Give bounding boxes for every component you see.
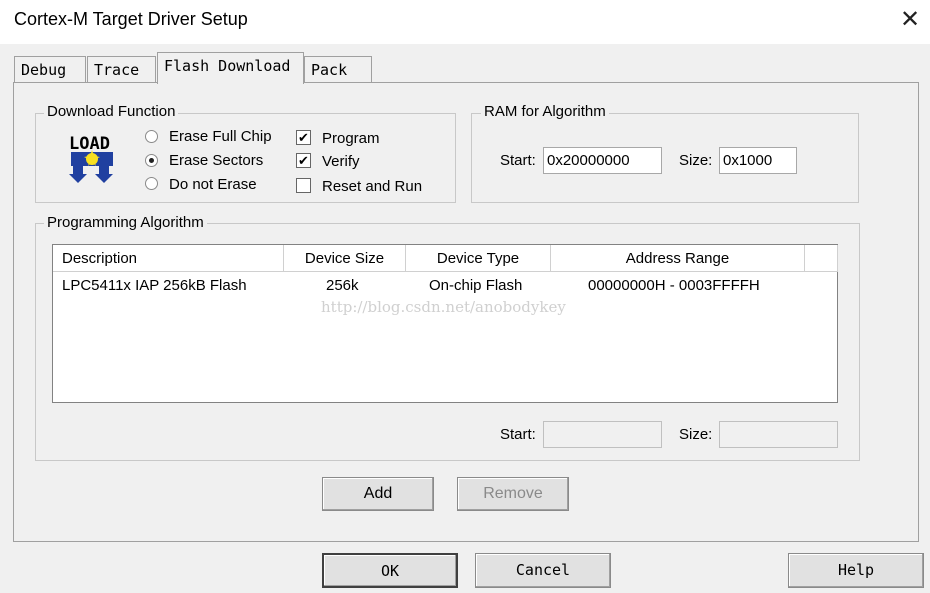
erase-full-chip-radio[interactable] — [145, 130, 158, 143]
help-button[interactable]: Help — [788, 553, 924, 588]
program-checkbox[interactable]: ✔ — [296, 130, 311, 145]
reset-and-run-checkbox[interactable] — [296, 178, 311, 193]
column-header-description[interactable]: Description — [53, 245, 284, 272]
algo-size-label: Size: — [679, 426, 713, 443]
add-button[interactable]: Add — [322, 477, 434, 511]
row-device-size[interactable]: 256k — [326, 277, 359, 294]
erase-full-chip-label: Erase Full Chip — [169, 128, 272, 145]
algo-start-label: Start: — [500, 426, 536, 443]
ram-for-algorithm-label: RAM for Algorithm — [481, 103, 609, 120]
algorithm-list[interactable]: Description Device Size Device Type Addr… — [52, 244, 838, 403]
window-title: Cortex-M Target Driver Setup — [14, 9, 248, 29]
title-bar: Cortex-M Target Driver Setup ✕ — [0, 0, 930, 44]
reset-and-run-label: Reset and Run — [322, 178, 423, 195]
programming-algorithm-label: Programming Algorithm — [44, 214, 207, 231]
verify-label: Verify — [322, 153, 360, 170]
tab-flash-download[interactable]: Flash Download — [157, 52, 304, 84]
program-label: Program — [322, 130, 380, 147]
ram-size-label: Size: — [679, 152, 713, 169]
row-address-range[interactable]: 00000000H - 0003FFFFH — [588, 277, 760, 294]
ram-start-label: Start: — [500, 152, 536, 169]
do-not-erase-label: Do not Erase — [169, 176, 257, 193]
erase-sectors-radio[interactable] — [145, 154, 158, 167]
load-icon-text: LOAD — [69, 134, 110, 154]
row-description[interactable]: LPC5411x IAP 256kB Flash — [62, 277, 247, 294]
algo-start-input[interactable] — [543, 421, 662, 448]
tab-debug[interactable]: Debug — [14, 56, 86, 83]
close-icon[interactable]: ✕ — [898, 6, 922, 34]
load-icon: LOAD — [68, 132, 118, 184]
column-header-device-size[interactable]: Device Size — [284, 245, 406, 272]
column-header-spacer — [805, 245, 838, 272]
remove-button[interactable]: Remove — [457, 477, 569, 511]
algo-size-input[interactable] — [719, 421, 838, 448]
do-not-erase-radio[interactable] — [145, 177, 158, 190]
column-header-device-type[interactable]: Device Type — [406, 245, 551, 272]
ram-start-input[interactable]: 0x20000000 — [543, 147, 662, 174]
ok-button[interactable]: OK — [322, 553, 458, 588]
row-device-type[interactable]: On-chip Flash — [429, 277, 522, 294]
watermark-text: http://blog.csdn.net/anobodykey — [321, 298, 566, 316]
cancel-button[interactable]: Cancel — [475, 553, 611, 588]
download-function-label: Download Function — [44, 103, 179, 120]
verify-checkbox[interactable]: ✔ — [296, 153, 311, 168]
tab-pack[interactable]: Pack — [304, 56, 372, 83]
erase-sectors-label: Erase Sectors — [169, 152, 264, 169]
tab-trace[interactable]: Trace — [87, 56, 156, 83]
column-header-address-range[interactable]: Address Range — [551, 245, 805, 272]
ram-size-input[interactable]: 0x1000 — [719, 147, 797, 174]
